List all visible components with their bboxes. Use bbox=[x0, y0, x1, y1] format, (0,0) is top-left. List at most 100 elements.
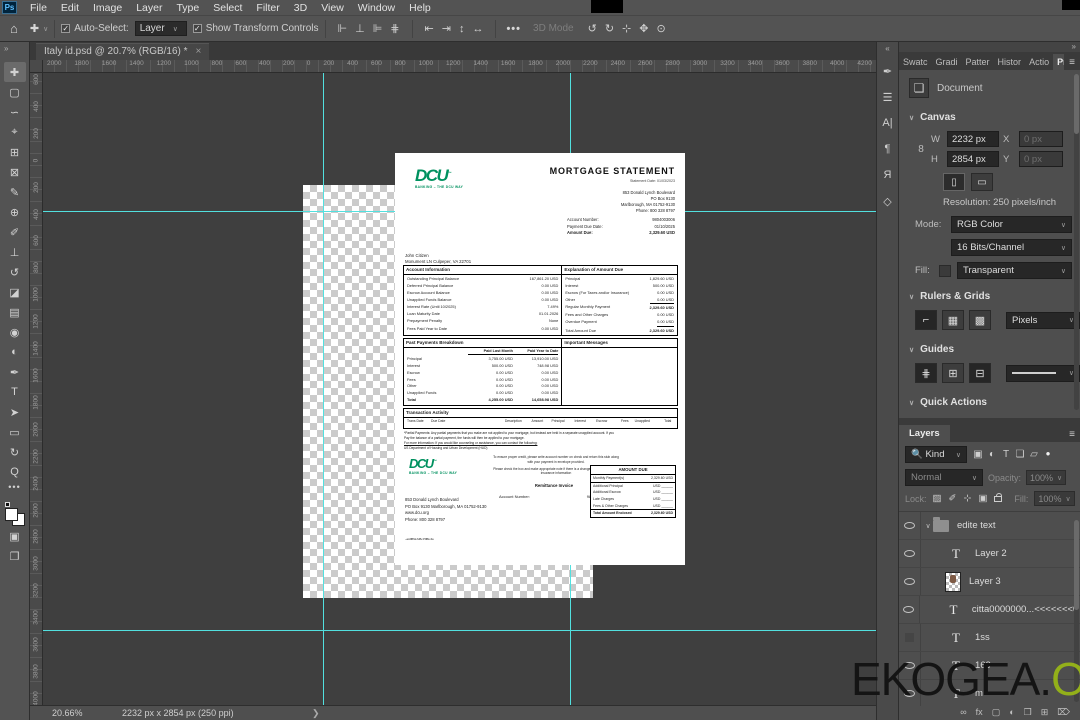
menu-item[interactable]: Type bbox=[169, 1, 206, 15]
menu-item[interactable]: Help bbox=[402, 1, 438, 15]
layer-thumbnail[interactable] bbox=[943, 601, 964, 619]
layer-style-icon[interactable]: fx bbox=[976, 707, 983, 717]
move-tool[interactable]: ✚ bbox=[3, 62, 26, 82]
status-chevron-icon[interactable]: ❯ bbox=[312, 708, 320, 719]
lock-guides-icon[interactable]: ⊞ bbox=[942, 363, 964, 383]
layer-visibility-icon[interactable] bbox=[899, 596, 920, 623]
pen-tool[interactable]: ✒ bbox=[4, 362, 26, 382]
layer-name[interactable]: citta0000000...<<<<<<<0 d bbox=[972, 604, 1080, 615]
link-dimensions-icon[interactable]: 8 bbox=[915, 144, 927, 155]
panel-tab[interactable]: Patter bbox=[962, 54, 994, 70]
menu-item[interactable]: Select bbox=[206, 1, 249, 15]
menu-item[interactable]: Layer bbox=[129, 1, 169, 15]
delete-layer-icon[interactable]: ⌦ bbox=[1057, 707, 1070, 718]
lock-transparency-icon[interactable]: ▨ bbox=[933, 493, 942, 504]
guides-section-header[interactable]: ∨ Guides bbox=[909, 338, 1072, 361]
show-transform-checkbox[interactable]: ✓ bbox=[192, 24, 202, 33]
layer-visibility-icon[interactable] bbox=[899, 624, 921, 651]
canvas-width-field[interactable]: 2232 px bbox=[947, 131, 999, 147]
layer-row[interactable]: ∨ citta0000000...<<<<<<<0 d bbox=[899, 596, 1080, 624]
layer-visibility-icon[interactable] bbox=[899, 568, 921, 595]
toggle-pixel-grid-icon[interactable]: ▩ bbox=[969, 310, 991, 330]
move-tool-icon[interactable]: ✚ bbox=[26, 22, 43, 35]
object-selection-tool[interactable]: ⌖ bbox=[4, 122, 26, 142]
layer-name[interactable]: Layer 3 bbox=[969, 576, 1001, 587]
brush-tool[interactable]: ✐ bbox=[4, 222, 26, 242]
foreground-color-swatch[interactable] bbox=[4, 508, 18, 521]
default-colors-icon[interactable] bbox=[4, 502, 10, 507]
canvas-height-field[interactable]: 2854 px bbox=[947, 151, 999, 167]
close-icon[interactable]: × bbox=[196, 46, 202, 57]
home-icon[interactable]: ⌂ bbox=[0, 21, 26, 36]
menu-item[interactable]: Window bbox=[351, 1, 402, 15]
hand-tool[interactable]: ↻ bbox=[4, 442, 26, 462]
toggle-guides-icon[interactable]: ⋕ bbox=[915, 363, 937, 383]
scrollbar[interactable] bbox=[1074, 74, 1079, 410]
rulers-grids-section-header[interactable]: ∨ Rulers & Grids bbox=[909, 285, 1072, 308]
layer-visibility-icon[interactable] bbox=[899, 512, 921, 539]
path-selection-tool[interactable]: ➤ bbox=[4, 402, 26, 422]
menu-item[interactable]: View bbox=[314, 1, 351, 15]
toggle-rulers-icon[interactable]: ⌐ bbox=[915, 310, 937, 330]
collapse-panels-icon[interactable]: » bbox=[1072, 42, 1076, 52]
more-options-icon[interactable]: ••• bbox=[502, 23, 525, 35]
panel-menu-icon[interactable]: ≡ bbox=[1064, 55, 1080, 70]
auto-select-dropdown[interactable]: Layer ∨ bbox=[134, 21, 187, 36]
panel-tab[interactable]: Actio bbox=[1025, 54, 1053, 70]
quick-actions-section-header[interactable]: ∨ Quick Actions bbox=[909, 391, 1072, 414]
panel-tab[interactable]: Histor bbox=[994, 54, 1026, 70]
layer-name[interactable]: 1ss bbox=[975, 632, 990, 643]
distribute-left-icon[interactable]: ⇤ bbox=[425, 22, 434, 35]
history-brush-tool[interactable]: ↺ bbox=[4, 262, 26, 282]
filter-smart-objects-icon[interactable]: ▱ bbox=[1027, 449, 1041, 460]
filter-adjustment-layers-icon[interactable]: ◐ bbox=[985, 449, 999, 460]
portrait-orientation-button[interactable]: ▯ bbox=[943, 173, 965, 191]
distribute-center-icon[interactable]: ⇥ bbox=[442, 22, 451, 35]
brush-settings-panel-icon[interactable]: ☰ bbox=[879, 86, 897, 108]
layer-row[interactable]: ∨ Layer 3 bbox=[899, 568, 1080, 596]
layer-name[interactable]: Layer 2 bbox=[975, 548, 1007, 559]
dodge-tool[interactable]: ◐ bbox=[4, 342, 26, 362]
auto-select-checkbox[interactable]: ✓ bbox=[61, 24, 71, 33]
type-tool[interactable]: T bbox=[4, 382, 26, 402]
brushes-panel-icon[interactable]: ✒ bbox=[879, 60, 897, 82]
lock-position-icon[interactable]: ⊹ bbox=[963, 493, 971, 504]
panel-tab[interactable]: Gradi bbox=[932, 54, 962, 70]
align-center-icon[interactable]: ⊥ bbox=[355, 22, 365, 35]
layer-row[interactable]: ∨ 1ss bbox=[899, 624, 1080, 652]
color-mode-dropdown[interactable]: RGB Color ∨ bbox=[951, 216, 1072, 233]
paragraph-panel-icon[interactable]: ¶ bbox=[879, 138, 897, 160]
gradient-tool[interactable]: ▤ bbox=[4, 302, 26, 322]
expand-panels-icon[interactable]: « bbox=[885, 44, 889, 60]
filter-pixel-layers-icon[interactable]: ▣ bbox=[971, 449, 985, 460]
menu-item[interactable]: 3D bbox=[287, 1, 314, 15]
rectangle-tool[interactable]: ▭ bbox=[4, 422, 26, 442]
bit-depth-dropdown[interactable]: 16 Bits/Channel ∨ bbox=[951, 239, 1072, 256]
canvas-section-header[interactable]: ∨ Canvas bbox=[909, 106, 1072, 129]
eraser-tool[interactable]: ◪ bbox=[4, 282, 26, 302]
layer-name[interactable]: edite text bbox=[957, 520, 996, 531]
zoom-level[interactable]: 20.66% bbox=[52, 708, 122, 718]
layer-mask-icon[interactable]: ▢ bbox=[992, 707, 1001, 718]
character-panel-icon[interactable]: A| bbox=[879, 112, 897, 134]
crop-tool[interactable]: ⊞ bbox=[4, 142, 26, 162]
link-layers-icon[interactable]: ∞ bbox=[960, 707, 966, 717]
lock-all-icon[interactable] bbox=[994, 493, 1003, 502]
filter-shape-layers-icon[interactable]: ❏ bbox=[1013, 449, 1027, 460]
align-left-icon[interactable]: ⊩ bbox=[338, 22, 348, 35]
distribute-vertical-icon[interactable]: ↕ bbox=[459, 23, 465, 35]
distribute-horizontal-icon[interactable]: ↔ bbox=[472, 23, 483, 35]
fill-checkbox[interactable] bbox=[939, 264, 951, 277]
tab-layers[interactable]: Layers bbox=[899, 425, 950, 442]
filter-type-layers-icon[interactable]: T bbox=[999, 449, 1013, 460]
marquee-tool[interactable]: ▢ bbox=[4, 82, 26, 102]
horizontal-guide[interactable] bbox=[43, 630, 876, 631]
ruler-units-dropdown[interactable]: Pixels ∨ bbox=[1006, 311, 1080, 329]
glyphs-panel-icon[interactable]: Я bbox=[879, 164, 897, 186]
clone-stamp-tool[interactable]: ⊥ bbox=[4, 242, 26, 262]
layer-row[interactable]: ∨ edite text bbox=[899, 512, 1080, 540]
menu-item[interactable]: File bbox=[23, 1, 54, 15]
layers-menu-icon[interactable]: ≡ bbox=[1064, 427, 1080, 442]
adjustment-layer-icon[interactable]: ◐ bbox=[1009, 707, 1014, 717]
lock-pixels-icon[interactable]: ✐ bbox=[949, 493, 957, 504]
